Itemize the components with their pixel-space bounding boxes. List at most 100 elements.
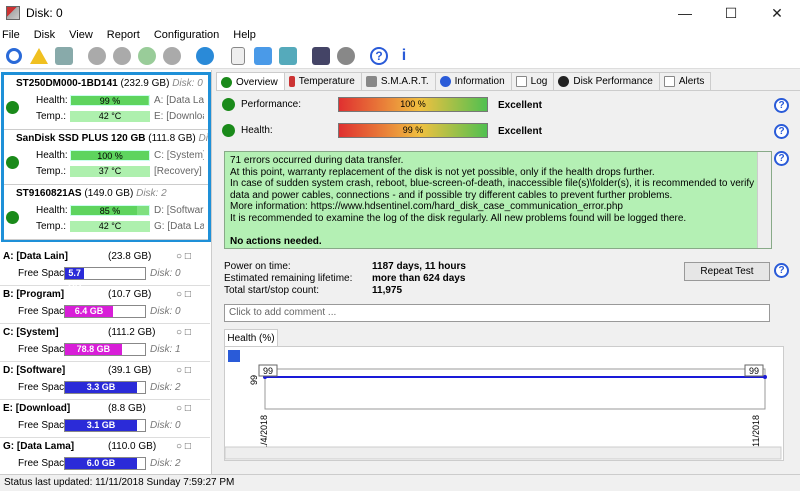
disk-health-bar: 99 %	[70, 95, 150, 106]
drive-icons[interactable]: ○ □	[176, 441, 191, 452]
drive-icons[interactable]: ○ □	[176, 251, 191, 262]
startstop-label: Total start/stop count:	[224, 285, 320, 296]
test-button-2[interactable]	[111, 45, 133, 67]
help-icon[interactable]: ?	[774, 263, 789, 278]
volume-entry[interactable]: D: [Software] (39.1 GB) ○ □ Free Space 3.3 G…	[0, 362, 210, 400]
menu-file[interactable]: File	[2, 29, 20, 41]
free-space-value: 3.1 GB	[65, 420, 137, 431]
disk-health-bar: 100 %	[70, 150, 150, 161]
tab-health-chart[interactable]: Health (%)	[224, 329, 278, 346]
disk-button[interactable]	[53, 45, 75, 67]
test-button-4[interactable]	[161, 45, 183, 67]
help-icon[interactable]: ?	[774, 98, 789, 113]
volume-entry[interactable]: E: [Download] (8.8 GB) ○ □ Free Space 3.1 GB…	[0, 400, 210, 438]
point-label: 99	[749, 366, 759, 376]
check-icon	[6, 101, 19, 114]
menu-view[interactable]: View	[69, 29, 93, 41]
volume-disk: Disk: 2	[150, 458, 181, 469]
close-button[interactable]: ✕	[754, 0, 800, 26]
disk-temp-row: Temp.: 37 °C [Recovery]	[36, 166, 204, 177]
disk-entry[interactable]: ST9160821AS (149.0 GB) Disk: 2 Health: 85 …	[4, 185, 208, 240]
free-space-label: Free Space	[18, 458, 70, 469]
drive-icons[interactable]: ○ □	[176, 289, 191, 300]
disk-entry[interactable]: SanDisk SSD PLUS 120 GB (111.8 GB) Disk:…	[4, 130, 208, 185]
help-icon[interactable]: ?	[774, 151, 789, 166]
maximize-button[interactable]: ☐	[708, 0, 754, 26]
sync-icon	[254, 46, 272, 65]
drive-icons[interactable]: ○ □	[176, 403, 191, 414]
y-axis-label: 99	[249, 375, 259, 385]
disk-health-value: 100 %	[97, 151, 123, 161]
tab-disk-performance[interactable]: Disk Performance	[553, 72, 660, 90]
disk-health-value: 99 %	[99, 96, 121, 106]
drive-icons[interactable]: ○ □	[176, 327, 191, 338]
menu-report[interactable]: Report	[107, 29, 140, 41]
disk-entry[interactable]: ST250DM000-1BD141 (232.9 GB) Disk: 0 Heal…	[4, 75, 208, 130]
help-button[interactable]: ?	[368, 45, 390, 67]
menu-disk[interactable]: Disk	[34, 29, 55, 41]
volume-name: G: [Data Lama]	[3, 441, 75, 452]
free-space-bar: 5.7 GB	[64, 267, 146, 289]
info-button[interactable]: i	[393, 45, 415, 67]
tab-information[interactable]: Information	[434, 72, 512, 90]
message-scrollbar[interactable]	[757, 152, 771, 248]
report-icon	[231, 46, 245, 65]
disk-health-row: Health: 100 % C: [System],	[36, 150, 204, 161]
tools-icon	[365, 76, 377, 87]
volume-entry[interactable]: C: [System] (111.2 GB) ○ □ Free Space 78.8 G…	[0, 324, 210, 362]
tab-overview[interactable]: Overview	[216, 72, 285, 91]
menu-help[interactable]: Help	[233, 29, 256, 41]
drive-test-icon	[88, 46, 106, 65]
free-space-label: Free Space	[18, 268, 70, 279]
test-button-3[interactable]	[136, 45, 158, 67]
power-on-value: 1187 days, 11 hours	[372, 261, 466, 272]
tab-smart[interactable]: S.M.A.R.T.	[360, 72, 436, 90]
alert-button[interactable]	[28, 45, 50, 67]
toolbar: ? i	[0, 43, 800, 69]
message-line: In case of sudden system crash, reboot, …	[230, 178, 755, 189]
performance-bar: 100 %	[338, 97, 488, 112]
disk-volume: [Recovery]	[154, 166, 202, 177]
volume-size: (110.0 GB)	[108, 441, 157, 452]
free-space-value: 6.0 GB	[65, 458, 137, 469]
menu-configuration[interactable]: Configuration	[154, 29, 219, 41]
volume-entry[interactable]: A: [Data Lain] (23.8 GB) ○ □ Free Space 5.7 …	[0, 248, 210, 289]
monitor-button[interactable]	[310, 45, 332, 67]
performance-text: Excellent	[498, 100, 542, 111]
help-icon[interactable]: ?	[774, 124, 789, 139]
refresh-icon	[6, 47, 22, 64]
tab-temperature[interactable]: Temperature	[283, 72, 362, 90]
health-text: Excellent	[498, 126, 542, 137]
log-icon	[515, 76, 527, 87]
check-icon	[6, 156, 19, 169]
drive-icons[interactable]: ○ □	[176, 365, 191, 376]
disk-name: ST250DM000-1BD141 (232.9 GB) Disk: 0	[16, 78, 203, 89]
report-button[interactable]	[227, 45, 249, 67]
health-bar: 99 %	[338, 123, 488, 138]
network-button[interactable]	[277, 45, 299, 67]
health-label: Health:	[36, 205, 68, 216]
disk-volume: E: [Download	[154, 111, 204, 122]
disk-health-bar: 85 %	[70, 205, 150, 216]
volume-entry[interactable]: G: [Data Lama] (110.0 GB) ○ □ Free Space 6.0…	[0, 438, 210, 476]
free-space-value: 6.4 GB	[65, 306, 113, 317]
comment-input[interactable]: Click to add comment ...	[224, 304, 770, 322]
message-line: It is recommended to examine the log of …	[230, 212, 687, 224]
sound-button[interactable]	[335, 45, 357, 67]
disk-list: ST250DM000-1BD141 (232.9 GB) Disk: 0 Heal…	[1, 72, 211, 242]
test-button-1[interactable]	[86, 45, 108, 67]
volume-size: (23.8 GB)	[108, 251, 152, 262]
disk-health-row: Health: 99 % A: [Data Lain]	[36, 95, 204, 106]
refresh-button[interactable]	[3, 45, 25, 67]
disk-temp-value: 42 °C	[70, 221, 150, 232]
tab-alerts[interactable]: Alerts	[658, 72, 712, 90]
power-on-label: Power on time:	[224, 261, 291, 272]
volume-entry[interactable]: B: [Program] (10.7 GB) ○ □ Free Space 6.4 GB…	[0, 286, 210, 324]
minimize-button[interactable]: —	[662, 0, 708, 26]
sync-button[interactable]	[252, 45, 274, 67]
tab-log[interactable]: Log	[510, 72, 555, 90]
lifetime-label: Estimated remaining lifetime:	[224, 273, 353, 284]
free-space-bar: 3.3 GB	[64, 381, 146, 394]
web-button[interactable]	[194, 45, 216, 67]
repeat-test-button[interactable]: Repeat Test	[684, 262, 770, 281]
